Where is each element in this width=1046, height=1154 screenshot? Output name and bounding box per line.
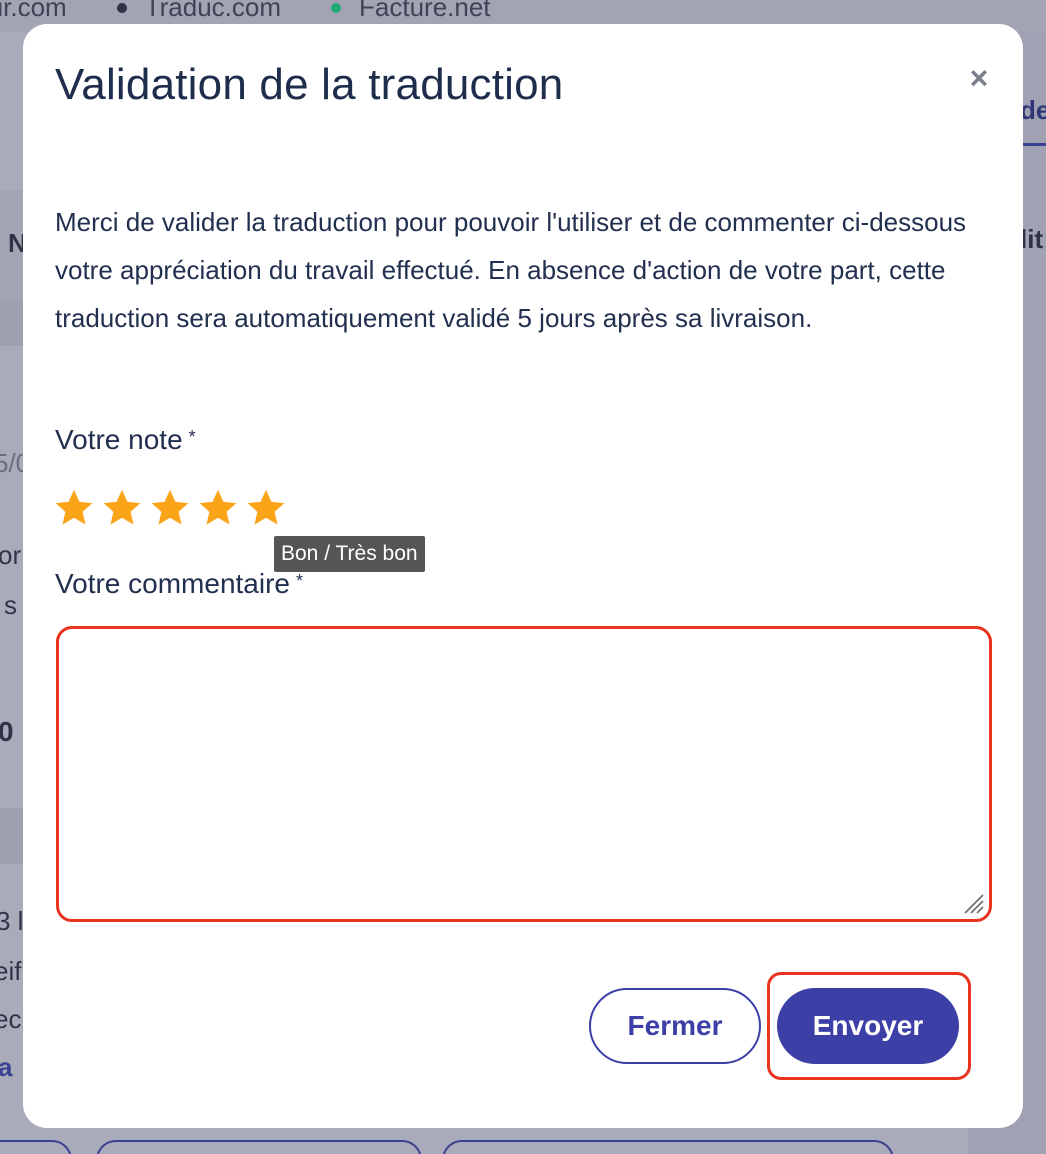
background-text-fragment: or xyxy=(0,540,22,570)
background-strip xyxy=(0,300,24,346)
background-pill-button xyxy=(96,1140,422,1154)
star-icon[interactable] xyxy=(149,487,191,529)
background-site-link: Facture.net xyxy=(331,0,491,23)
star-icon[interactable] xyxy=(245,487,287,529)
star-rating xyxy=(53,487,287,529)
background-tab-fragment: de xyxy=(1020,80,1046,146)
bullet-dot-icon xyxy=(331,2,342,13)
background-text-fragment: ec xyxy=(0,1004,22,1034)
background-text-fragment: a xyxy=(0,1052,13,1082)
background-text-fragment: lit xyxy=(1020,224,1044,254)
background-site-link: Traduc.com xyxy=(116,0,281,23)
background-site-list: cteur.com Traduc.com Facture.net xyxy=(0,0,491,23)
modal-title: Validation de la traduction xyxy=(55,60,564,109)
resize-grip-icon[interactable] xyxy=(961,891,985,915)
background-pill-button xyxy=(0,1140,72,1154)
comment-label-text: Votre commentaire xyxy=(55,568,290,599)
background-strip xyxy=(0,808,24,864)
background-pill-button xyxy=(442,1140,894,1154)
bullet-dot-icon xyxy=(116,2,127,13)
star-icon[interactable] xyxy=(53,487,95,529)
background-text-fragment: eif xyxy=(0,956,22,986)
send-button[interactable]: Envoyer xyxy=(777,988,959,1064)
close-button[interactable]: Fermer xyxy=(589,988,761,1064)
star-icon[interactable] xyxy=(197,487,239,529)
star-icon[interactable] xyxy=(101,487,143,529)
validation-modal: Validation de la traduction × Merci de v… xyxy=(23,24,1023,1128)
comment-textarea[interactable] xyxy=(59,629,989,919)
comment-field-wrapper xyxy=(56,626,992,922)
close-icon[interactable]: × xyxy=(963,62,995,94)
required-marker: * xyxy=(296,571,304,591)
rating-label: Votre note * xyxy=(55,424,196,456)
background-text-fragment: s xyxy=(4,590,17,620)
rating-tooltip: Bon / Très bon xyxy=(274,536,425,572)
modal-description: Merci de valider la traduction pour pouv… xyxy=(55,207,967,333)
background-text-fragment: 3 l xyxy=(0,906,24,936)
rating-label-text: Votre note xyxy=(55,424,183,455)
required-marker: * xyxy=(188,427,196,447)
comment-label: Votre commentaire * xyxy=(55,568,303,600)
background-site-link: cteur.com xyxy=(0,0,67,22)
background-text-fragment: 0 xyxy=(0,716,14,747)
